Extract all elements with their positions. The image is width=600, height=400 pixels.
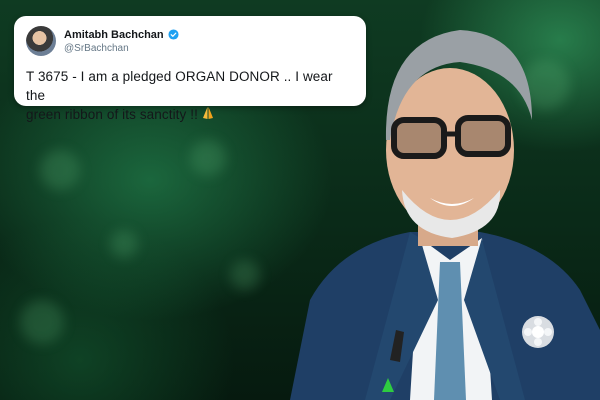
bokeh-light (110, 230, 138, 258)
tweet-line-with-emoji: green ribbon of its sanctity !! (26, 105, 354, 124)
bokeh-light (230, 260, 260, 290)
tweet-card[interactable]: Amitabh Bachchan @SrBachchan T 3675 - I … (14, 16, 366, 122)
display-name[interactable]: Amitabh Bachchan (64, 29, 164, 41)
tweet-header: Amitabh Bachchan @SrBachchan (26, 24, 354, 58)
tweet-line: green ribbon of its sanctity !! (26, 107, 198, 122)
bokeh-light (40, 150, 80, 190)
folded-hands-icon (202, 107, 213, 119)
tweet-text: T 3675 - I am a pledged ORGAN DONOR .. I… (26, 67, 354, 124)
avatar[interactable] (26, 26, 56, 56)
handle[interactable]: @SrBachchan (64, 43, 179, 54)
tweet-line: T 3675 - I am a pledged ORGAN DONOR .. I… (26, 69, 333, 103)
verified-badge-icon (168, 29, 179, 40)
bokeh-light (20, 300, 64, 344)
bokeh-light (190, 140, 226, 176)
author-block: Amitabh Bachchan @SrBachchan (64, 29, 179, 54)
brooch (522, 316, 554, 348)
